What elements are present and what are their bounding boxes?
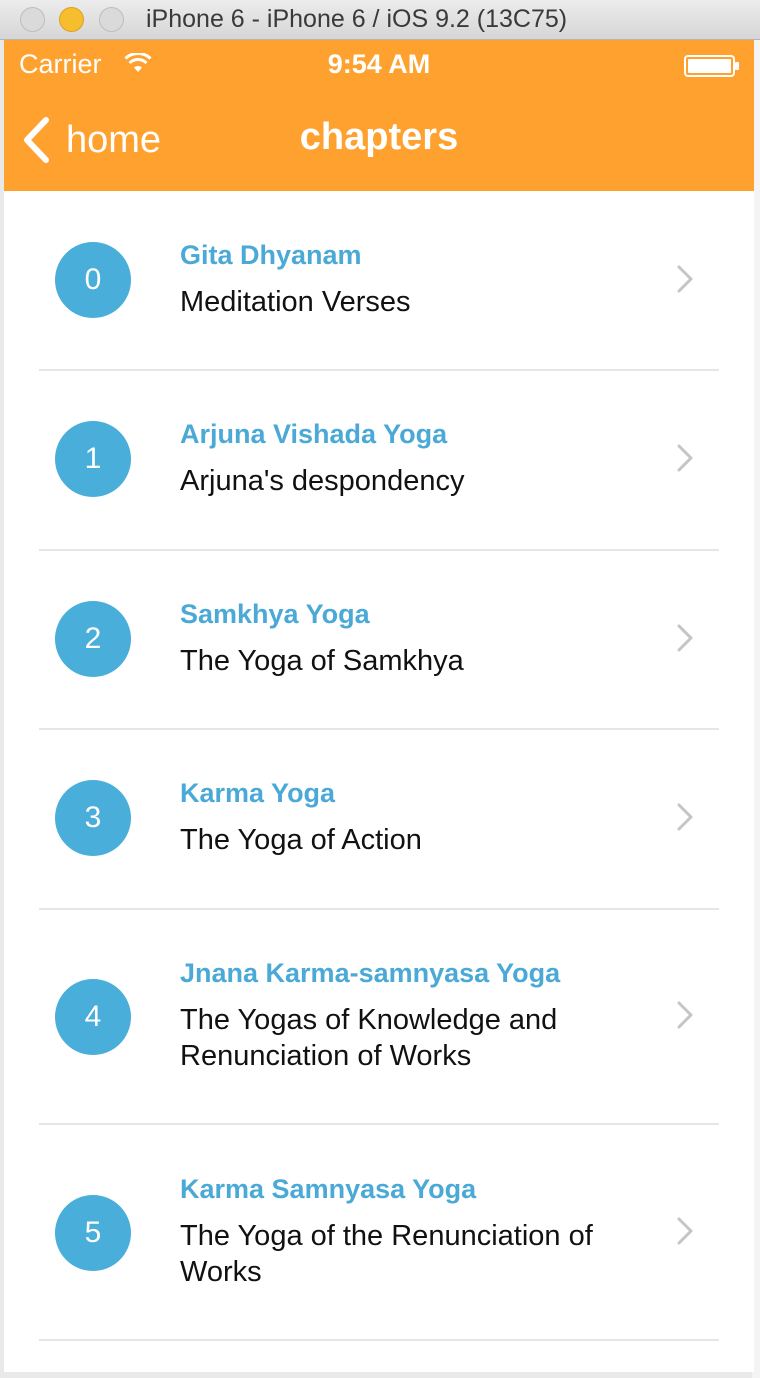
chapter-number-badge: 0 (55, 242, 131, 318)
chapter-list: 0 Gita Dhyanam Meditation Verses 1 Arjun… (4, 191, 754, 1341)
chapter-row-2[interactable]: 2 Samkhya Yoga The Yoga of Samkhya (4, 551, 754, 730)
chapter-number-badge: 5 (55, 1195, 131, 1271)
chapter-title: Samkhya Yoga (180, 599, 370, 629)
phone-screen: Carrier 9:54 AM home chapters 0 Gita Dhy… (4, 40, 754, 1372)
window-zoom-button[interactable] (99, 7, 124, 32)
navigation-bar: Carrier 9:54 AM home chapters (4, 40, 754, 191)
chapter-title: Gita Dhyanam (180, 240, 362, 270)
simulator-title-bar: iPhone 6 - iPhone 6 / iOS 9.2 (13C75) (0, 0, 760, 40)
chevron-right-icon (677, 624, 693, 652)
chevron-right-icon (677, 803, 693, 831)
chapter-row-3[interactable]: 3 Karma Yoga The Yoga of Action (4, 730, 754, 910)
chapter-subtitle: The Yoga of Samkhya (180, 645, 464, 677)
chapter-subtitle: Arjuna's despondency (180, 465, 465, 497)
page-title: chapters (299, 116, 459, 158)
window-title: iPhone 6 - iPhone 6 / iOS 9.2 (13C75) (146, 5, 568, 33)
chapter-number-badge: 3 (55, 780, 131, 856)
chevron-right-icon (677, 1217, 693, 1245)
chapter-title: Arjuna Vishada Yoga (180, 419, 448, 449)
battery-icon (684, 55, 739, 77)
chevron-right-icon (677, 265, 693, 293)
chapter-row-0[interactable]: 0 Gita Dhyanam Meditation Verses (4, 191, 754, 371)
chapter-title: Karma Samnyasa Yoga (180, 1174, 477, 1204)
chapter-subtitle: The Yoga of Action (180, 824, 422, 856)
chapter-number-badge: 4 (55, 979, 131, 1055)
chapter-title: Jnana Karma-samnyasa Yoga (180, 958, 561, 988)
chapter-title: Karma Yoga (180, 778, 336, 808)
chapter-subtitle: The Yoga of the Renunciation of Works (180, 1220, 593, 1288)
status-time: 9:54 AM (327, 49, 431, 79)
row-separator (39, 1339, 719, 1341)
chapter-row-5[interactable]: 5 Karma Samnyasa Yoga The Yoga of the Re… (4, 1125, 754, 1341)
chapter-subtitle: The Yogas of Knowledge and Renunciation … (180, 1004, 558, 1072)
chapter-row-1[interactable]: 1 Arjuna Vishada Yoga Arjuna's desponden… (4, 371, 754, 551)
chapter-number-badge: 1 (55, 421, 131, 497)
chevron-right-icon (677, 1001, 693, 1029)
window-close-button[interactable] (20, 7, 45, 32)
chapter-row-4[interactable]: 4 Jnana Karma-samnyasa Yoga The Yogas of… (4, 910, 754, 1125)
chapter-number-badge: 2 (55, 601, 131, 677)
window-minimize-button[interactable] (59, 7, 84, 32)
chevron-right-icon (677, 444, 693, 472)
chapter-subtitle: Meditation Verses (180, 286, 411, 318)
